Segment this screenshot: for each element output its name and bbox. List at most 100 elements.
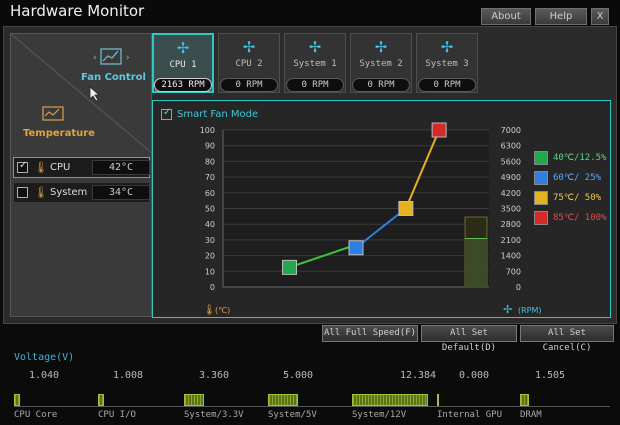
rpm-tick-label: 5600 [501, 157, 521, 166]
rpm-tick-label: 3500 [501, 205, 521, 214]
curve-point [282, 259, 297, 275]
help-button[interactable]: Help [535, 8, 587, 25]
legend-label: 85℃/ 100% [553, 213, 607, 223]
legend-label: 60℃/ 25% [553, 173, 602, 183]
all-set-cancel-button[interactable]: All Set Cancel(C) [520, 325, 614, 353]
voltage-label: System/5V [268, 410, 317, 420]
curve-point [431, 122, 447, 138]
fan-icon: ✢ [242, 38, 256, 56]
sensor-name: System [50, 187, 88, 198]
title-bar: Hardware Monitor About Help X [0, 0, 620, 26]
close-button[interactable]: X [591, 8, 609, 25]
y-tick-label: 90 [205, 142, 215, 151]
legend-label: 75℃/ 50% [553, 193, 602, 203]
voltage-label: CPU I/O [98, 410, 136, 420]
legend-swatch [534, 191, 548, 205]
voltage-value: 0.000 [458, 370, 490, 381]
fan-icon: ✢ [503, 303, 512, 316]
voltage-value: 1.008 [112, 370, 144, 381]
rpm-tick-label: 4900 [501, 173, 521, 182]
y-tick-label: 40 [205, 220, 215, 229]
sensor-checkbox[interactable] [17, 187, 28, 198]
y-tick-label: 60 [205, 189, 215, 198]
y-tick-label: 50 [205, 205, 215, 214]
voltage-bar [184, 394, 204, 406]
voltage-bar [268, 394, 298, 406]
fan-rpm-readout: 0 RPM [220, 78, 278, 92]
legend-item: 85℃/ 100% [534, 211, 614, 227]
voltage-title: Voltage(V) [14, 352, 75, 363]
fan-name: System 1 [293, 59, 337, 69]
y-tick-label: 100 [200, 126, 215, 135]
nav-temperature[interactable]: Temperature [15, 100, 105, 140]
fan-name: CPU 2 [235, 59, 263, 69]
curve-point [398, 201, 414, 216]
temperature-label: Temperature [23, 128, 95, 139]
legend-swatch [534, 211, 548, 225]
sensor-name: CPU [50, 162, 71, 173]
sensor-value: 42°C [92, 160, 150, 175]
svg-text:‹: ‹ [93, 53, 97, 63]
voltage-bar [520, 394, 529, 406]
y-tick-label: 70 [205, 173, 215, 182]
y-tick-label: 20 [205, 252, 215, 261]
svg-text:›: › [126, 53, 130, 63]
rpm-meter-fill [465, 238, 487, 287]
y-tick-label: 80 [205, 157, 215, 166]
voltage-value: 1.040 [28, 370, 60, 381]
voltage-bar [437, 394, 439, 406]
legend-label: 40℃/12.5% [553, 153, 607, 163]
fan-rpm-readout: 2163 RPM [154, 78, 212, 92]
nav-fan-control[interactable]: ‹ › Fan Control [71, 42, 151, 92]
rpm-tick-label: 1400 [501, 252, 521, 261]
voltage-label: System/12V [352, 410, 407, 420]
voltage-value: 12.384 [399, 370, 437, 381]
fan-curve-panel: Smart Fan Mode 1007000906300805600704900… [152, 100, 611, 318]
legend-item: 60℃/ 25% [534, 171, 614, 187]
fan-name: System 2 [359, 59, 403, 69]
voltage-label: System/3.3V [184, 410, 244, 420]
legend-swatch [534, 171, 548, 185]
voltage-value: 1.505 [534, 370, 566, 381]
sensor-row-cpu[interactable]: 🌡 CPU 42°C [13, 157, 150, 178]
sensor-checkbox[interactable] [17, 160, 28, 173]
rpm-tick-label: 2800 [501, 220, 521, 229]
fan-curve-chart[interactable]: 100 700090 630080 560070 490060 420050 350040 2… [153, 101, 612, 319]
rpm-unit-label: (RPM) [518, 306, 542, 315]
left-navigation: ‹ › Fan Control Temperature 🌡 CPU 42°C 🌡 [10, 33, 153, 317]
fan-control-panel: ‹ › Fan Control Temperature 🌡 CPU 42°C 🌡 [3, 26, 617, 324]
y-tick-label: 30 [205, 236, 215, 245]
sensor-value: 34°C [92, 185, 150, 200]
voltage-value: 5.000 [282, 370, 314, 381]
rpm-tick-label: 7000 [501, 126, 521, 135]
curve-point [348, 240, 364, 256]
y-tick-label: 10 [205, 267, 215, 276]
voltage-bar [352, 394, 428, 406]
voltage-label: Internal GPU [437, 410, 503, 420]
rpm-tick-label: 4200 [501, 189, 521, 198]
fan-control-label: Fan Control [81, 72, 146, 83]
fan-icon: ✢ [308, 38, 322, 56]
voltage-label: CPU Core [14, 410, 58, 420]
sensor-row-system[interactable]: 🌡 System 34°C [13, 182, 150, 203]
fan-icon: ✢ [374, 38, 388, 56]
fan-name: System 3 [425, 59, 469, 69]
fan-rpm-readout: 0 RPM [286, 78, 344, 92]
about-button[interactable]: About [481, 8, 531, 25]
fan-icon: ✢ [440, 38, 454, 56]
fan-icon: ✢ [176, 39, 190, 57]
rpm-tick-label: 6300 [501, 142, 521, 151]
rpm-tick-label: 0 [516, 283, 521, 292]
fan-name: CPU 1 [169, 60, 197, 70]
thermometer-icon: 🌡 [34, 186, 48, 199]
all-set-default-button[interactable]: All Set Default(D) [421, 325, 517, 353]
all-full-speed-button[interactable]: All Full Speed(F) [322, 325, 418, 342]
thermometer-icon: 🌡 [34, 161, 48, 174]
fan-rpm-readout: 0 RPM [418, 78, 476, 92]
legend-item: 75℃/ 50% [534, 191, 614, 207]
temp-unit-label: (℃) [215, 306, 230, 315]
voltage-value: 3.360 [198, 370, 230, 381]
fan-rpm-readout: 0 RPM [352, 78, 410, 92]
app-title: Hardware Monitor [10, 2, 145, 20]
voltage-label: DRAM [520, 410, 542, 420]
